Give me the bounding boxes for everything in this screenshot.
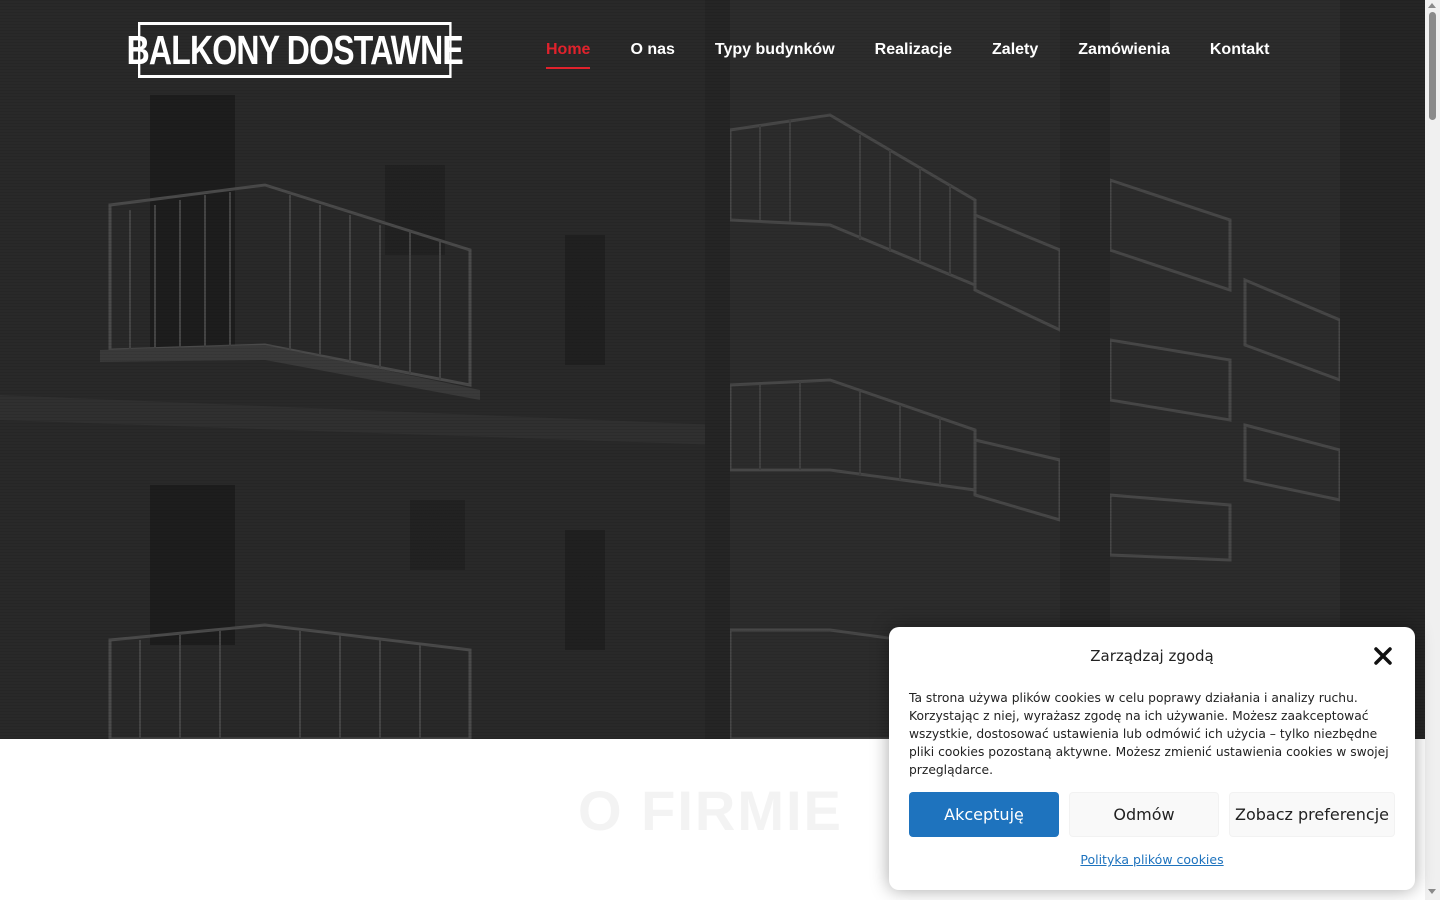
scroll-down-icon[interactable] (1428, 889, 1436, 894)
section-title: O FIRMIE (578, 779, 843, 842)
nav-item-kontakt[interactable]: Kontakt (1210, 40, 1270, 70)
cookie-dialog-title: Zarządzaj zgodą (1090, 647, 1214, 665)
logo-text: BALKONY DOSTAWNE (126, 27, 464, 73)
preferences-button[interactable]: Zobacz preferencje (1229, 792, 1395, 837)
cookie-dialog-text: Ta strona używa plików cookies w celu po… (909, 691, 1389, 777)
nav-item-zamowienia[interactable]: Zamówienia (1078, 40, 1170, 70)
deny-button[interactable]: Odmów (1069, 792, 1219, 837)
nav-item-home[interactable]: Home (546, 40, 591, 70)
cookie-consent-dialog: Zarządzaj zgodą Ta strona używa plików c… (889, 627, 1415, 890)
close-icon[interactable] (1372, 645, 1394, 667)
nav-item-o-nas[interactable]: O nas (630, 40, 674, 70)
scroll-thumb[interactable] (1429, 12, 1436, 120)
nav-item-zalety[interactable]: Zalety (992, 40, 1038, 70)
cookie-policy-link[interactable]: Polityka plików cookies (889, 852, 1415, 867)
scroll-up-icon[interactable] (1428, 3, 1436, 8)
main-nav: Home O nas Typy budynków Realizacje Zale… (546, 40, 1309, 70)
site-logo[interactable]: BALKONY DOSTAWNE (127, 22, 464, 78)
accept-button[interactable]: Akceptuję (909, 792, 1059, 837)
page-scrollbar[interactable] (1425, 0, 1440, 900)
nav-item-realizacje[interactable]: Realizacje (875, 40, 952, 70)
nav-item-typy-budynkow[interactable]: Typy budynków (715, 40, 835, 70)
